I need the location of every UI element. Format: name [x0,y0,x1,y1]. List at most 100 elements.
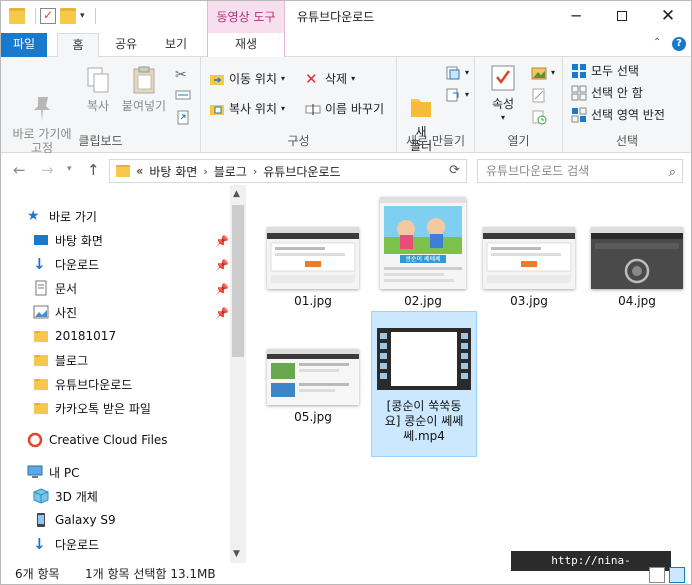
new-item-button[interactable]: ▾ [445,63,469,83]
sidebar-item-downloads[interactable]: ↓ 다운로드 [33,253,99,275]
history-button[interactable] [531,107,547,127]
tab-view[interactable]: 보기 [155,33,197,57]
paste-shortcut-button[interactable] [175,107,191,127]
breadcrumb-item[interactable]: 바탕 화면 [149,163,197,180]
properties-label: 속성 [491,97,515,111]
search-icon[interactable]: ⌕ [669,162,676,184]
scroll-up-icon[interactable]: ▲ [233,189,240,199]
watermark-text: http://nina-life.tistory.com [511,551,671,584]
tab-file[interactable]: 파일 [1,33,47,57]
sidebar-item-galaxy-s9[interactable]: Galaxy S9 [33,509,116,531]
open-button[interactable]: ▾ [531,63,555,83]
invert-selection-button[interactable]: 선택 영역 반전 [571,105,665,125]
copy-to-button[interactable]: 복사 위치 ▾ [209,99,285,119]
folder-icon[interactable] [9,8,25,24]
copy-to-label: 복사 위치 [229,102,277,116]
copy-path-button[interactable] [175,85,191,105]
properties-button[interactable]: 속성 ▾ [483,63,523,125]
navigation-row: ← → ▾ ↑ « 바탕 화면 › 블로그 › 유튜브다운로드 ⟳ 유튜브다운로… [1,153,691,189]
up-arrow-icon[interactable]: ↑ [87,161,100,179]
select-none-button[interactable]: 선택 안 함 [571,83,643,103]
forward-arrow-icon[interactable]: → [41,161,54,179]
delete-label: 삭제 [325,72,348,86]
search-input[interactable]: 유튜브다운로드 검색 ⌕ [477,159,683,183]
quick-access-item[interactable]: ★ 바로 가기 [27,205,97,227]
recent-locations-icon[interactable]: ▾ [67,164,72,174]
collapse-ribbon-icon[interactable]: ⌃ [653,37,661,48]
download-arrow-icon: ↓ [33,255,46,273]
copy-button[interactable]: 복사 [81,65,115,113]
refresh-icon[interactable]: ⟳ [449,163,460,178]
scroll-thumb[interactable] [232,205,244,357]
folder-icon [33,400,49,416]
large-icons-view-icon[interactable] [669,567,685,583]
clipboard-group: 바로 가기에 고정 복사 붙여넣기 ✂ 클립보드 [1,57,201,155]
move-to-icon [209,71,225,87]
pin-icon[interactable]: 📌 [215,259,229,272]
tab-play[interactable]: 재생 [207,33,285,57]
sidebar-item-folder[interactable]: 유튜브다운로드 [33,373,132,395]
easy-access-button[interactable]: ▾ [445,85,469,105]
tab-home[interactable]: 홈 [57,33,99,58]
folder-icon [116,165,130,177]
search-placeholder: 유튜브다운로드 검색 [486,164,590,178]
pin-icon[interactable]: 📌 [215,235,229,248]
breadcrumb-chevron-icon[interactable]: › [203,165,207,178]
sidebar-item-label: Creative Cloud Files [49,433,168,447]
customize-dropdown-icon[interactable]: ▾ [80,11,85,21]
address-bar[interactable]: « 바탕 화면 › 블로그 › 유튜브다운로드 ⟳ [109,159,467,183]
file-item-selected[interactable]: [콩순이 쑥쑥동 요] 콩순이 쎄쎄 쎄.mp4 [371,311,477,457]
star-icon: ★ [27,208,40,224]
new-group-label: 새로 만들기 [405,134,465,148]
minimize-button[interactable]: ─ [553,1,599,33]
sidebar-item-label: 내 PC [49,465,80,480]
sidebar-item-pictures[interactable]: 사진 [33,301,77,323]
file-name-line: [콩순이 쑥쑥동 [386,399,462,413]
file-item[interactable]: 03.jpg [479,227,579,309]
rename-button[interactable]: 이름 바꾸기 [305,99,384,119]
sidebar-item-folder[interactable]: 20181017 [33,325,116,347]
cut-button[interactable]: ✂ [175,63,191,83]
breadcrumb-chevron-icon[interactable]: › [253,165,257,178]
breadcrumb-overflow[interactable]: « [136,164,143,178]
sidebar-item-desktop[interactable]: 바탕 화면 [33,229,103,251]
new-folder-icon[interactable] [60,8,76,24]
organize-group-label: 구성 [287,134,310,148]
maximize-button[interactable] [599,1,645,33]
title-bar: ▾ 동영상 도구 유튜브다운로드 ─ ✕ [1,1,691,33]
sidebar-scrollbar[interactable]: ▲ ▼ [230,185,246,563]
file-item[interactable]: 04.jpg [587,227,687,309]
file-thumbnail [267,349,359,405]
file-item[interactable]: 05.jpg [263,349,363,425]
sidebar-item-label: 다운로드 [55,257,100,272]
edit-button[interactable] [531,85,547,105]
move-to-button[interactable]: 이동 위치 ▾ [209,69,285,89]
file-thumbnail [267,227,359,289]
sidebar-item-creative-cloud[interactable]: Creative Cloud Files [27,429,168,451]
properties-check-icon[interactable] [40,8,56,24]
sidebar-item-folder[interactable]: 카카오톡 받은 파일 [33,397,151,419]
sidebar-item-3d-objects[interactable]: 3D 개체 [33,485,98,507]
details-view-icon[interactable] [649,567,665,583]
file-item[interactable]: 콩순이 쎄쎄쎄 02.jpg [373,197,473,309]
sidebar-item-documents[interactable]: 문서 [33,277,77,299]
sidebar-item-downloads-pc[interactable]: ↓ 다운로드 [33,533,99,555]
sidebar-item-this-pc[interactable]: 내 PC [27,461,79,483]
back-arrow-icon[interactable]: ← [13,161,26,179]
close-icon: ✕ [660,6,676,26]
tab-share[interactable]: 공유 [105,33,147,57]
history-icon [531,109,547,125]
file-item[interactable]: 01.jpg [263,227,363,309]
sidebar-item-label: Galaxy S9 [55,513,116,527]
scroll-down-icon[interactable]: ▼ [233,549,240,559]
close-button[interactable]: ✕ [645,1,691,33]
pin-icon[interactable]: 📌 [215,283,229,296]
breadcrumb-item[interactable]: 유튜브다운로드 [263,163,340,180]
delete-button[interactable]: ✕ 삭제 ▾ [305,69,355,89]
paste-button[interactable]: 붙여넣기 [119,65,169,113]
select-all-button[interactable]: 모두 선택 [571,61,639,81]
breadcrumb-item[interactable]: 블로그 [214,163,247,180]
pin-icon[interactable]: 📌 [215,307,229,320]
sidebar-item-folder[interactable]: 블로그 [33,349,88,371]
help-icon[interactable]: ? [672,37,686,51]
